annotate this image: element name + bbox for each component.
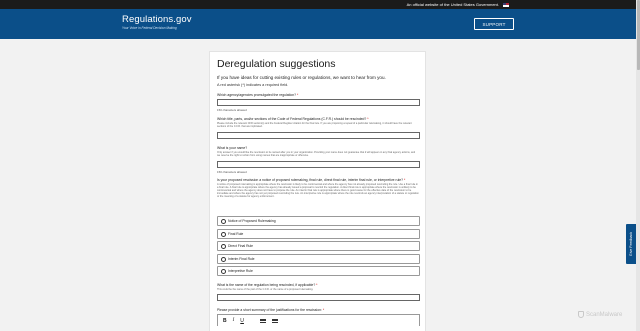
site-logo[interactable]: Regulations.gov Your Voice in Federal De…	[122, 14, 192, 30]
radio-circle-icon[interactable]	[221, 243, 226, 249]
regulation-name-help: This could be the name of the part of th…	[217, 288, 314, 291]
name-help: Only answer if you would like the rescis…	[217, 151, 416, 158]
page-title: Deregulation suggestions	[217, 58, 336, 70]
regulation-name-label: What is the name of the regulation being…	[217, 283, 317, 287]
radio-label: Final Rule	[228, 232, 244, 236]
support-button[interactable]: SUPPORT	[474, 18, 514, 30]
required-note: A red asterisk (*) indicates a required …	[217, 83, 289, 87]
radio-label: Interpretive Rule	[228, 269, 253, 273]
watermark: ScanMalware	[578, 311, 622, 318]
radio-label: Direct Final Rule	[228, 244, 254, 248]
form-intro: If you have ideas for cutting existing r…	[217, 75, 386, 80]
italic-button[interactable]: I	[233, 318, 235, 323]
gov-banner-text: An official website of the United States…	[406, 2, 499, 7]
required-asterisk: *	[296, 93, 299, 97]
give-feedback-tab[interactable]: Give Feedback	[626, 224, 636, 264]
required-asterisk: *	[367, 117, 369, 121]
required-asterisk: *	[322, 308, 325, 312]
numbered-list-icon[interactable]	[271, 318, 278, 323]
radio-interim-final-rule[interactable]: Interim Final Rule	[217, 254, 420, 264]
cfr-input[interactable]	[217, 132, 420, 139]
cfr-label: Which title, parts, and/or sections of t…	[217, 117, 369, 121]
name-char-count: 150 characters allowed	[217, 170, 247, 174]
rule-type-help: A notice of proposed rulemaking is appro…	[217, 183, 419, 199]
site-header: Regulations.gov Your Voice in Federal De…	[0, 9, 636, 39]
summary-label: Please provide a short summary of the ju…	[217, 308, 324, 312]
name-input[interactable]	[217, 161, 420, 168]
gov-banner: An official website of the United States…	[0, 0, 636, 9]
bold-button[interactable]: B	[223, 318, 227, 324]
rule-type-label: Is your proposed rescission a notice of …	[217, 178, 405, 182]
agency-input[interactable]	[217, 99, 420, 106]
regulation-name-label-text: What is the name of the regulation being…	[217, 283, 316, 287]
regulation-name-input[interactable]	[217, 294, 420, 301]
radio-interpretive-rule[interactable]: Interpretive Rule	[217, 266, 420, 276]
watermark-text: ScanMalware	[586, 311, 623, 318]
underline-button[interactable]: U	[240, 318, 244, 324]
radio-circle-icon[interactable]	[221, 268, 226, 274]
radio-label: Notice of Proposed Rulemaking	[228, 219, 276, 223]
radio-final-rule[interactable]: Final Rule	[217, 229, 420, 239]
radio-circle-icon[interactable]	[221, 231, 226, 237]
agency-label: Which agency/agencies promulgated the re…	[217, 93, 298, 97]
shield-icon	[578, 311, 584, 318]
deregulation-form: Deregulation suggestions If you have ide…	[209, 51, 426, 331]
logo-tagline: Your Voice in Federal Decision Making	[122, 26, 177, 30]
summary-label-text: Please provide a short summary of the ju…	[217, 308, 322, 312]
radio-circle-icon[interactable]	[221, 218, 226, 224]
radio-label: Interim Final Rule	[228, 257, 255, 261]
summary-editor-toolbar: B I U	[217, 314, 420, 326]
scrollbar-thumb[interactable]	[636, 0, 640, 70]
rule-type-label-text: Is your proposed rescission a notice of …	[217, 178, 404, 182]
cfr-label-text: Which title, parts, and/or sections of t…	[217, 117, 367, 121]
bulleted-list-icon[interactable]	[259, 318, 266, 323]
radio-circle-icon[interactable]	[221, 256, 226, 262]
required-asterisk: *	[403, 178, 406, 182]
page-scrollbar[interactable]	[636, 0, 640, 331]
feedback-label: Give Feedback	[629, 231, 633, 257]
agency-label-text: Which agency/agencies promulgated the re…	[217, 93, 296, 97]
agency-char-count: 150 characters allowed	[217, 108, 247, 112]
logo-text: Regulations.gov	[122, 14, 192, 25]
radio-direct-final-rule[interactable]: Direct Final Rule	[217, 241, 420, 251]
cfr-help: Please include the relevant CFR section(…	[217, 122, 412, 129]
required-asterisk: *	[316, 283, 318, 287]
us-flag-icon	[503, 2, 509, 7]
radio-notice-of-proposed-rulemaking[interactable]: Notice of Proposed Rulemaking	[217, 216, 420, 226]
name-label: What is your name?	[217, 146, 248, 150]
